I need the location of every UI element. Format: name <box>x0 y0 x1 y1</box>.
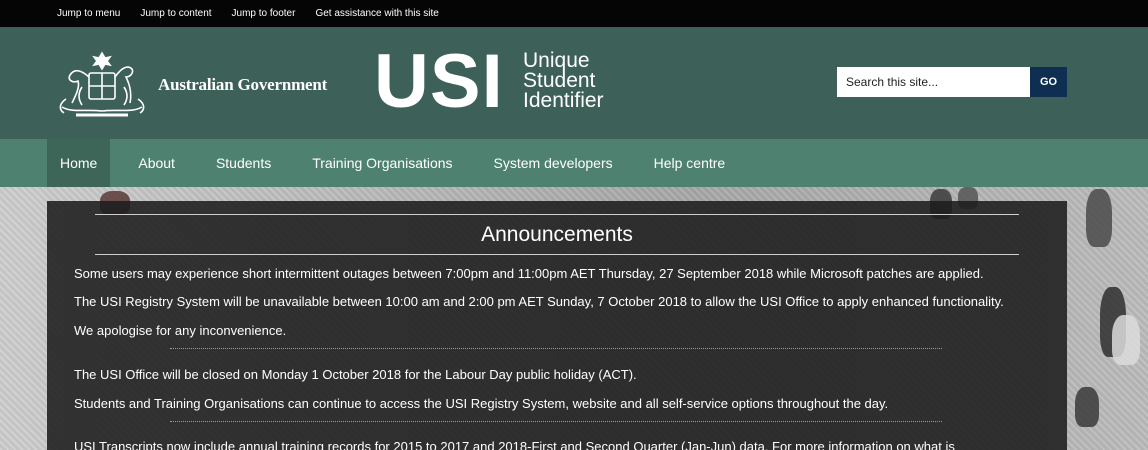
usi-logo-line-student: Student <box>523 69 596 92</box>
search-go-button[interactable]: GO <box>1030 67 1067 97</box>
title-rule-top <box>95 214 1019 215</box>
site-search: GO <box>837 67 1067 97</box>
usi-logo-subtitle: Unique Student Identifier <box>523 49 604 112</box>
announcement-text: Some users may experience short intermit… <box>74 266 984 281</box>
usi-logo-line-identifier: Identifier <box>523 89 604 112</box>
usi-logo-line-unique: Unique <box>523 49 590 72</box>
announcement-text: We apologise for any inconvenience. <box>74 323 287 338</box>
usi-logo[interactable]: USI <box>374 44 504 120</box>
photo-figure <box>1086 189 1112 247</box>
announcement-text: USI Transcripts now include annual train… <box>74 439 955 450</box>
skip-link-content[interactable]: Jump to content <box>140 8 211 19</box>
announcement-text: The USI Office will be closed on Monday … <box>74 367 637 382</box>
skip-link-assistance[interactable]: Get assistance with this site <box>315 8 438 19</box>
announcements-panel: Announcements Some users may experience … <box>47 201 1067 450</box>
main-nav: Home About Students Training Organisatio… <box>0 139 1148 187</box>
photo-figure <box>1112 315 1140 365</box>
skip-link-footer[interactable]: Jump to footer <box>232 8 296 19</box>
nav-item-help-centre[interactable]: Help centre <box>641 139 739 187</box>
nav-item-about[interactable]: About <box>125 139 188 187</box>
nav-item-home[interactable]: Home <box>47 139 111 187</box>
photo-figure <box>1075 387 1099 427</box>
government-name: Australian Government <box>158 75 328 94</box>
skip-links-bar: Jump to menu Jump to content Jump to foo… <box>0 0 1148 27</box>
announcement-text: Students and Training Organisations can … <box>74 396 889 411</box>
announcement-divider <box>170 421 942 422</box>
announcement-text: The USI Registry System will be unavaila… <box>74 294 1004 309</box>
announcement-divider <box>170 348 942 349</box>
title-rule-bottom <box>95 254 1019 255</box>
nav-item-system-developers[interactable]: System developers <box>481 139 626 187</box>
site-header: Australian Government USI Unique Student… <box>0 27 1148 139</box>
skip-link-menu[interactable]: Jump to menu <box>57 8 120 19</box>
australian-coat-of-arms-icon[interactable] <box>52 47 152 121</box>
nav-item-students[interactable]: Students <box>203 139 284 187</box>
announcements-title: Announcements <box>481 223 633 246</box>
search-input[interactable] <box>837 67 1030 97</box>
nav-item-training-organisations[interactable]: Training Organisations <box>299 139 465 187</box>
